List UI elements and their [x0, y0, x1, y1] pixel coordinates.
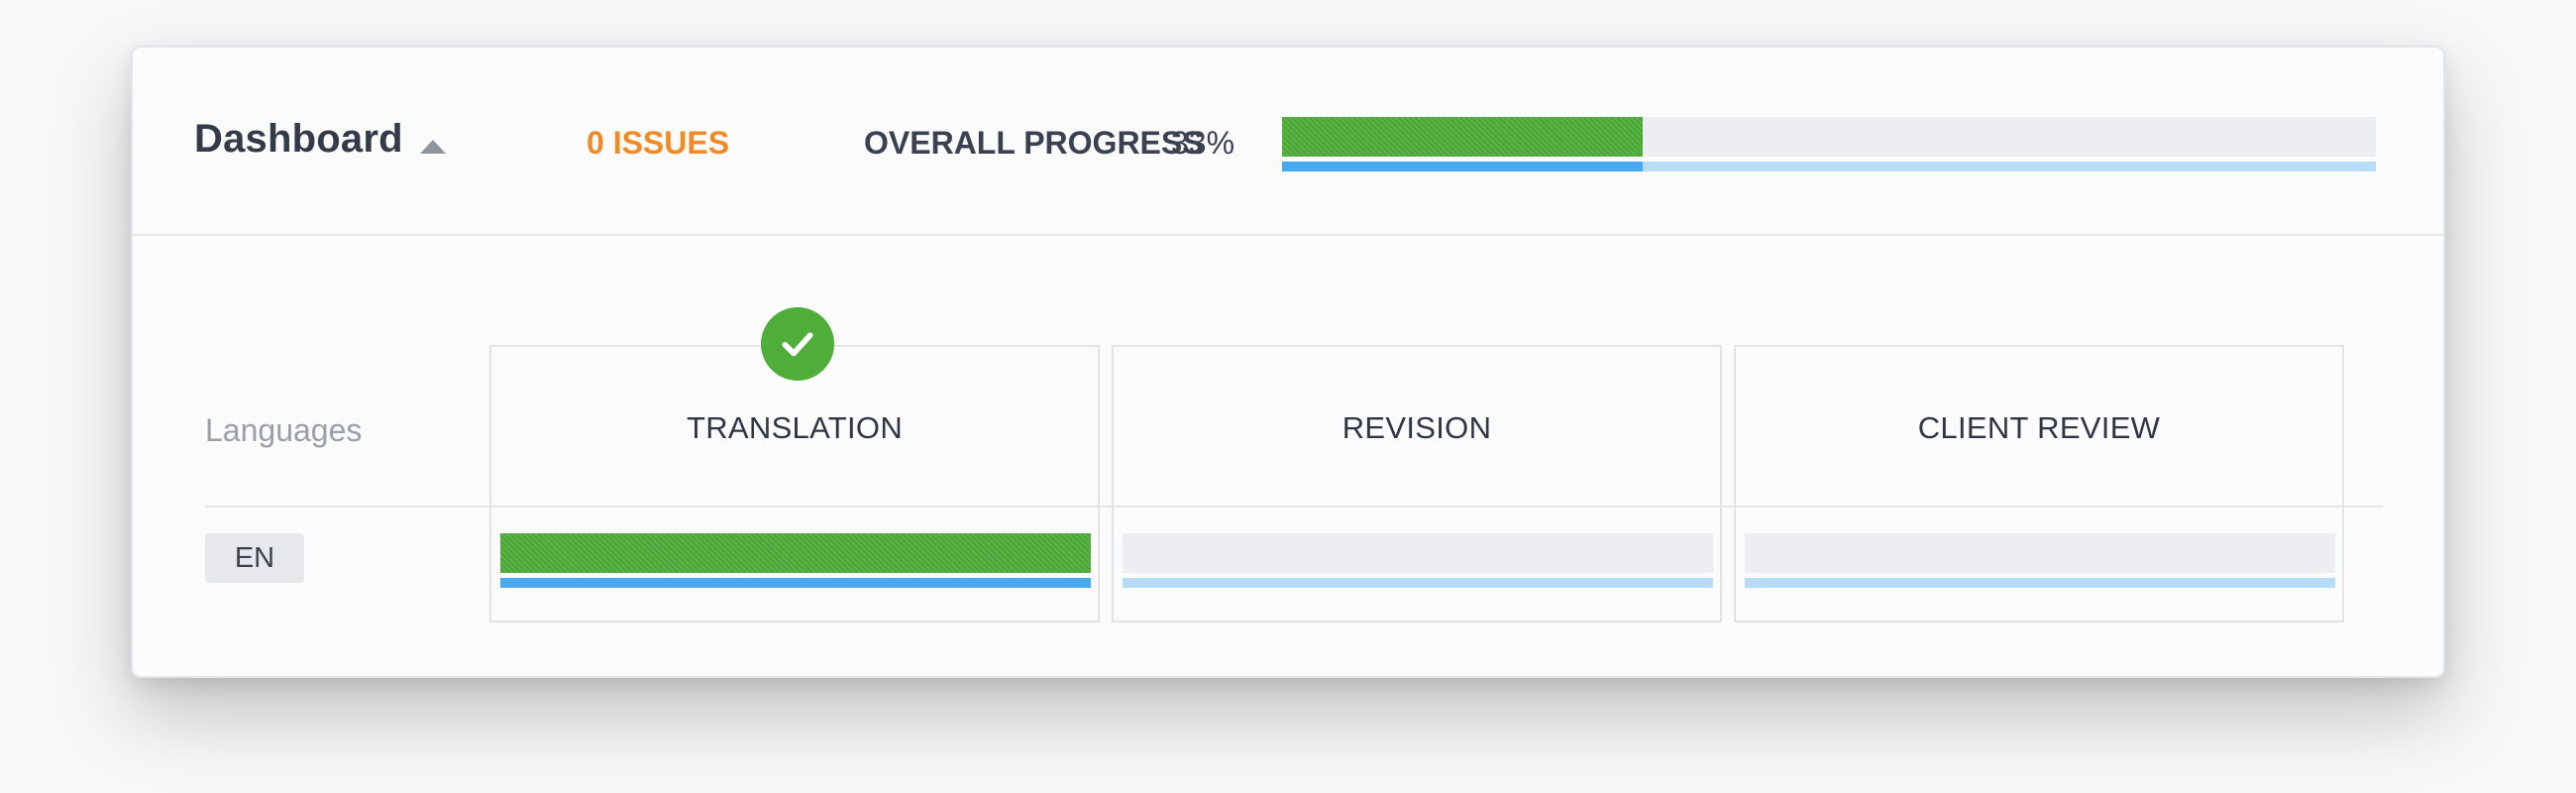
dashboard-panel: Dashboard 0 ISSUES OVERALL PROGRESS 33% …: [131, 46, 2445, 678]
dashboard-title: Dashboard: [194, 117, 403, 161]
stage-progress-bar: [1745, 533, 2335, 589]
stage-client-review[interactable]: CLIENT REVIEW: [1734, 345, 2344, 623]
stage-progress-bar: [1123, 533, 1713, 589]
progress-secondary-track: [1123, 578, 1713, 588]
stage-title: REVISION: [1342, 410, 1492, 445]
overall-progress-percent: 33%: [1171, 125, 1235, 161]
progress-secondary-fill: [1282, 162, 1644, 171]
progress-secondary-fill: [500, 578, 1091, 588]
languages-column-header: Languages: [205, 412, 363, 448]
stage-title: CLIENT REVIEW: [1917, 410, 2161, 445]
issues-link[interactable]: 0 ISSUES: [587, 123, 729, 163]
language-badge-en[interactable]: EN: [205, 533, 304, 583]
progress-track: [1745, 533, 2335, 573]
stage-progress-bar: [500, 533, 1091, 589]
stage-title: TRANSLATION: [686, 410, 904, 445]
stage-revision[interactable]: REVISION: [1112, 345, 1722, 623]
overall-progress-bar: [1282, 117, 2376, 172]
progress-secondary-track: [1745, 578, 2335, 588]
stage-translation[interactable]: TRANSLATION: [489, 307, 1100, 623]
progress-fill: [1282, 117, 1644, 157]
overall-progress-label: OVERALL PROGRESS: [864, 125, 1204, 161]
caret-up-icon[interactable]: [420, 140, 446, 154]
progress-track: [1123, 533, 1713, 573]
progress-fill: [500, 533, 1091, 573]
check-icon: [782, 332, 813, 357]
stage-divider: [1736, 506, 2342, 508]
dashboard-header: Dashboard 0 ISSUES OVERALL PROGRESS 33%: [133, 48, 2443, 236]
stage-divider: [491, 506, 1098, 508]
check-circle-icon: [761, 307, 834, 381]
stage-divider: [1114, 506, 1720, 508]
